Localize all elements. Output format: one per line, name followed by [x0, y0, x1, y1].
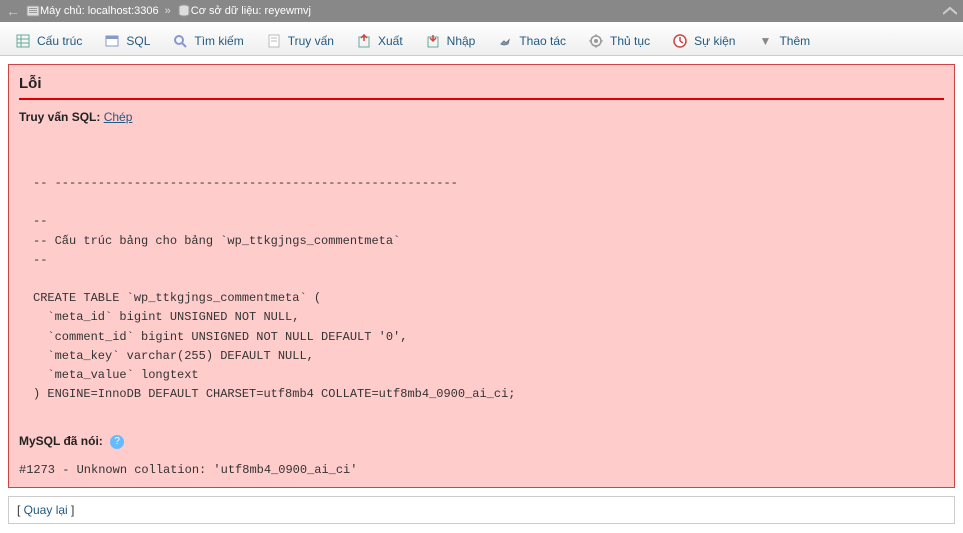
tab-export[interactable]: Xuất: [345, 26, 414, 55]
copy-link[interactable]: Chép: [104, 110, 133, 124]
database-link[interactable]: Cơ sở dữ liệu: reyewmvj: [191, 5, 311, 17]
server-prefix: Máy chủ:: [40, 5, 85, 17]
tab-label: Xuất: [378, 34, 403, 48]
back-panel: [ Quay lại ]: [8, 496, 955, 524]
sql-icon: [104, 33, 120, 49]
tab-events[interactable]: Sự kiện: [661, 26, 746, 55]
query-icon: [266, 33, 282, 49]
error-panel: Lỗi Truy vấn SQL: Chép -- --------------…: [8, 64, 955, 488]
structure-icon: [15, 33, 31, 49]
server-value: localhost:3306: [88, 5, 159, 17]
db-prefix: Cơ sở dữ liệu:: [191, 5, 262, 17]
sql-code-block: -- -------------------------------------…: [33, 174, 944, 404]
tab-search[interactable]: Tìm kiếm: [161, 26, 254, 55]
server-icon: [26, 4, 40, 18]
error-title: Lỗi: [19, 75, 944, 100]
tab-label: Nhập: [447, 34, 476, 48]
more-icon: ▼: [757, 33, 773, 49]
collapse-icon[interactable]: [943, 6, 957, 16]
server-link[interactable]: Máy chủ: localhost:3306: [40, 5, 159, 17]
tab-label: Truy vấn: [288, 34, 334, 48]
operations-icon: [497, 33, 513, 49]
tab-label: SQL: [126, 34, 150, 48]
search-icon: [172, 33, 188, 49]
tab-label: Thủ tục: [610, 34, 650, 48]
breadcrumb-separator: »: [165, 5, 171, 17]
mysql-said-label: MySQL đã nói:: [19, 434, 103, 448]
tab-structure[interactable]: Cấu trúc: [4, 26, 93, 55]
tab-label: Thêm: [779, 34, 810, 48]
sql-query-label: Truy vấn SQL:: [19, 110, 100, 124]
tab-bar: Cấu trúc SQL Tìm kiếm Truy vấn Xuất Nhập…: [0, 22, 963, 56]
tab-label: Thao tác: [519, 34, 566, 48]
help-icon[interactable]: ?: [110, 435, 124, 449]
export-icon: [356, 33, 372, 49]
tab-label: Cấu trúc: [37, 34, 82, 48]
import-icon: [425, 33, 441, 49]
tab-sql[interactable]: SQL: [93, 26, 161, 55]
tab-import[interactable]: Nhập: [414, 26, 487, 55]
tab-query[interactable]: Truy vấn: [255, 26, 345, 55]
routines-icon: [588, 33, 604, 49]
tab-label: Sự kiện: [694, 34, 735, 48]
db-value: reyewmvj: [265, 5, 311, 17]
tab-more[interactable]: ▼ Thêm: [746, 26, 821, 55]
tab-routines[interactable]: Thủ tục: [577, 26, 661, 55]
error-message: #1273 - Unknown collation: 'utf8mb4_0900…: [19, 463, 944, 477]
events-icon: [672, 33, 688, 49]
database-icon: [177, 4, 191, 18]
tab-operations[interactable]: Thao tác: [486, 26, 577, 55]
tab-label: Tìm kiếm: [194, 34, 243, 48]
breadcrumb: ← Máy chủ: localhost:3306 » Cơ sở dữ liệ…: [0, 0, 963, 22]
back-link[interactable]: Quay lại: [24, 503, 68, 517]
back-arrow-icon[interactable]: ←: [6, 3, 20, 19]
